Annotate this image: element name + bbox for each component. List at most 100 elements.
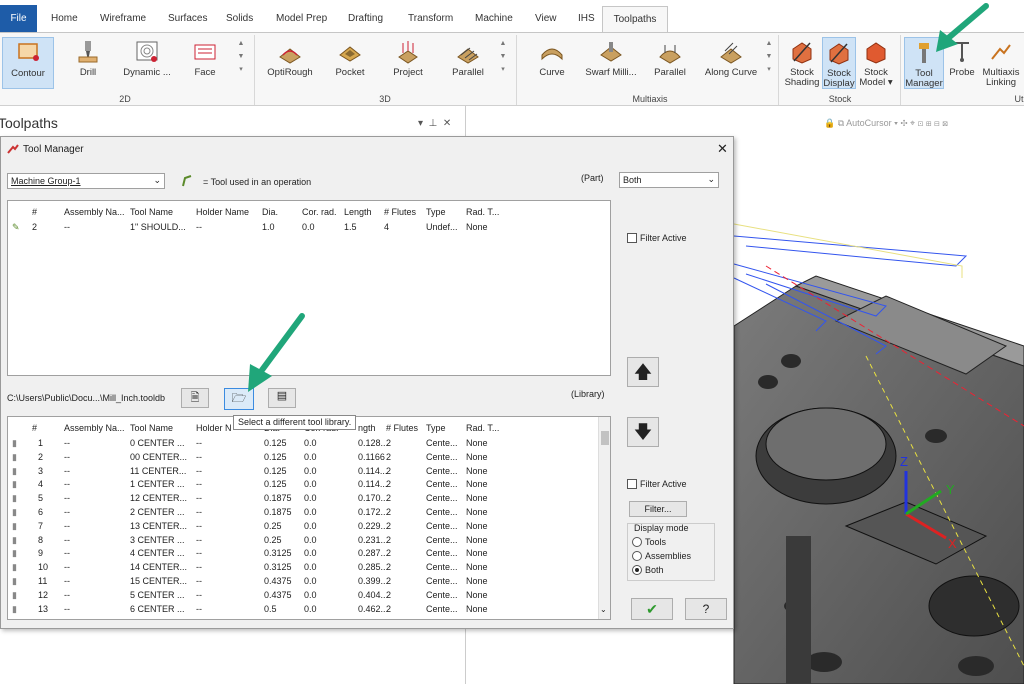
tab-toolpaths[interactable]: Toolpaths	[602, 6, 668, 32]
ok-button[interactable]: ✔	[631, 598, 673, 620]
column-header[interactable]: Rad. T...	[466, 207, 499, 217]
table-cell: --	[64, 589, 70, 600]
tab-home[interactable]: Home	[45, 8, 84, 30]
column-header[interactable]: Rad. T...	[466, 423, 499, 433]
pane-pin-close[interactable]: ▾ ⊥ ✕	[418, 118, 451, 129]
stock-model-button[interactable]: Stock Model ▾	[858, 37, 894, 89]
chevron-down-icon: ⌄	[153, 175, 161, 185]
table-cell: 2 CENTER ...	[130, 507, 185, 517]
curve-button[interactable]: Curve	[530, 37, 574, 89]
table-cell: 1" SHOULD...	[130, 222, 186, 232]
optirough-icon	[279, 48, 301, 64]
contour-button[interactable]: Contour	[2, 37, 54, 89]
table-cell: --	[64, 576, 70, 586]
stock-shading-button[interactable]: Stock Shading	[784, 37, 820, 89]
table-cell: --	[196, 534, 202, 545]
column-header[interactable]: Holder Name	[196, 207, 249, 217]
move-down-button[interactable]: 🡇	[627, 417, 659, 447]
along-curve-button[interactable]: Along Curve	[700, 37, 762, 89]
tab-solids[interactable]: Solids	[220, 8, 259, 30]
column-header[interactable]: Assembly Na...	[64, 207, 125, 217]
table-cell: None	[466, 548, 488, 559]
column-header[interactable]: Dia.	[262, 207, 278, 217]
filter-active-checkbox[interactable]	[627, 479, 637, 489]
radio-tools-button[interactable]	[632, 537, 642, 547]
column-header[interactable]: #	[32, 207, 37, 217]
optirough-button[interactable]: OptiRough	[262, 37, 318, 89]
column-header[interactable]: Tool Name	[130, 207, 173, 217]
column-header[interactable]: #	[32, 423, 37, 433]
close-icon[interactable]: ✕	[717, 141, 728, 157]
table-row[interactable]: ▮ 7 -- 13 CENTER... -- 0.25 0.0 0.229... 2 Cente.…	[8, 520, 598, 534]
chevron-down-icon[interactable]: ⌄	[600, 605, 607, 614]
chevron-down-icon: ⌄	[707, 174, 715, 184]
tab-drafting[interactable]: Drafting	[342, 8, 389, 30]
help-button[interactable]: ?	[685, 598, 727, 620]
ribbon-3d-scroll[interactable]: ▲ ▼ ▾	[498, 37, 508, 87]
tab-transform[interactable]: Transform	[402, 8, 459, 30]
tab-surfaces[interactable]: Surfaces	[162, 8, 213, 30]
table-row[interactable]: ▮ 9 -- 4 CENTER ... -- 0.3125 0.0 0.287... 2 Cent…	[8, 547, 598, 561]
ribbon-2d-scroll[interactable]: ▲ ▼ ▾	[236, 37, 246, 87]
project-button[interactable]: Project	[388, 37, 428, 89]
library-tool-list[interactable]: # Assembly Na... Tool Name Holder N Dia.…	[7, 416, 611, 620]
drill-button[interactable]: Drill	[68, 37, 108, 89]
table-cell: 0.170...	[358, 493, 389, 504]
tool-icon: ▮	[12, 507, 17, 517]
table-row[interactable]: ▮ 4 -- 1 CENTER ... -- 0.125 0.0 0.114... 2 Cente…	[8, 478, 598, 492]
scrollbar-thumb[interactable]	[601, 431, 609, 445]
table-row[interactable]: ▮ 10 -- 14 CENTER... -- 0.3125 0.0 0.285... 2 Cen…	[8, 561, 598, 575]
table-row[interactable]: ▮ 2 -- 00 CENTER... -- 0.125 0.0 0.1166 2 Cente..…	[8, 451, 598, 465]
filter-button[interactable]: Filter...	[629, 501, 687, 517]
table-row[interactable]: ▮ 8 -- 3 CENTER ... -- 0.25 0.0 0.231... 2 Cente.…	[8, 534, 598, 548]
tab-wireframe[interactable]: Wireframe	[94, 8, 152, 30]
parallel-multiaxis-icon	[659, 45, 681, 64]
column-header[interactable]: ngth	[358, 423, 376, 433]
radio-assemblies-button[interactable]	[632, 551, 642, 561]
tab-ihs[interactable]: IHS	[572, 8, 601, 30]
column-header[interactable]: Holder N	[196, 423, 232, 433]
table-row[interactable]: ▮ 5 -- 12 CENTER... -- 0.1875 0.0 0.170... 2 Cent…	[8, 492, 598, 506]
swarf-milling-button[interactable]: Swarf Milli...	[582, 37, 640, 89]
column-header[interactable]: Assembly Na...	[64, 423, 125, 433]
tab-view[interactable]: View	[529, 8, 563, 30]
ribbon-multiaxis-scroll[interactable]: ▲ ▼ ▾	[764, 37, 774, 87]
column-header[interactable]: # Flutes	[384, 207, 416, 217]
dynamic-button[interactable]: Dynamic ...	[118, 37, 176, 89]
parallel-multiaxis-button[interactable]: Parallel	[648, 37, 692, 89]
tab-machine[interactable]: Machine	[469, 8, 519, 30]
table-row[interactable]: ▮ 11 -- 15 CENTER... -- 0.4375 0.0 0.399... 2 Cen…	[8, 575, 598, 589]
table-cell: 1 CENTER ...	[130, 479, 185, 490]
tab-file[interactable]: File	[0, 5, 37, 32]
move-up-button[interactable]: 🡅	[627, 357, 659, 387]
face-button[interactable]: Face	[184, 37, 226, 89]
table-row[interactable]: ▮ 13 -- 6 CENTER ... -- 0.5 0.0 0.462... 2 Cente.…	[8, 603, 598, 617]
stock-display-button[interactable]: Stock Display	[822, 37, 856, 89]
table-cell: 0.0	[304, 507, 317, 517]
tab-model-prep[interactable]: Model Prep	[270, 8, 333, 30]
column-header[interactable]: # Flutes	[386, 423, 418, 433]
column-header[interactable]: Type	[426, 423, 446, 433]
column-header[interactable]: Length	[344, 207, 372, 217]
table-cell: Cente...	[426, 465, 458, 476]
table-row[interactable]: ▮ 1 -- 0 CENTER ... -- 0.125 0.0 0.128... 2 Cente…	[8, 437, 598, 451]
radio-both-button[interactable]	[632, 565, 642, 575]
parallel-3d-button[interactable]: Parallel	[448, 37, 488, 89]
table-row[interactable]: ▮ 12 -- 5 CENTER ... -- 0.4375 0.0 0.404... 2 Cen…	[8, 589, 598, 603]
table-cell: Cente...	[426, 507, 458, 517]
table-row[interactable]: ✎ 2 -- 1" SHOULD... -- 1.0 0.0 1.5 4 Undef... None	[8, 221, 598, 235]
open-library-button[interactable]: 🗎	[181, 388, 209, 408]
pocket-button[interactable]: Pocket	[330, 37, 370, 89]
library-scrollbar[interactable]: ⌄	[598, 417, 610, 619]
ribbon-separator	[778, 35, 779, 105]
filter-mode-select[interactable]: Both ⌄	[619, 172, 719, 188]
column-header[interactable]: Type	[426, 207, 446, 217]
tool-icon: ▮	[12, 576, 17, 586]
table-row[interactable]: ▮ 6 -- 2 CENTER ... -- 0.1875 0.0 0.172... 2 Cent…	[8, 506, 598, 520]
column-header[interactable]: Cor. rad.	[302, 207, 337, 217]
table-cell: --	[196, 479, 202, 490]
filter-active-checkbox[interactable]	[627, 233, 637, 243]
table-row[interactable]: ▮ 3 -- 11 CENTER... -- 0.125 0.0 0.114... 2 Cente…	[8, 465, 598, 479]
column-header[interactable]: Tool Name	[130, 423, 173, 433]
machine-group-select[interactable]: Machine Group-1 ⌄	[7, 173, 165, 189]
